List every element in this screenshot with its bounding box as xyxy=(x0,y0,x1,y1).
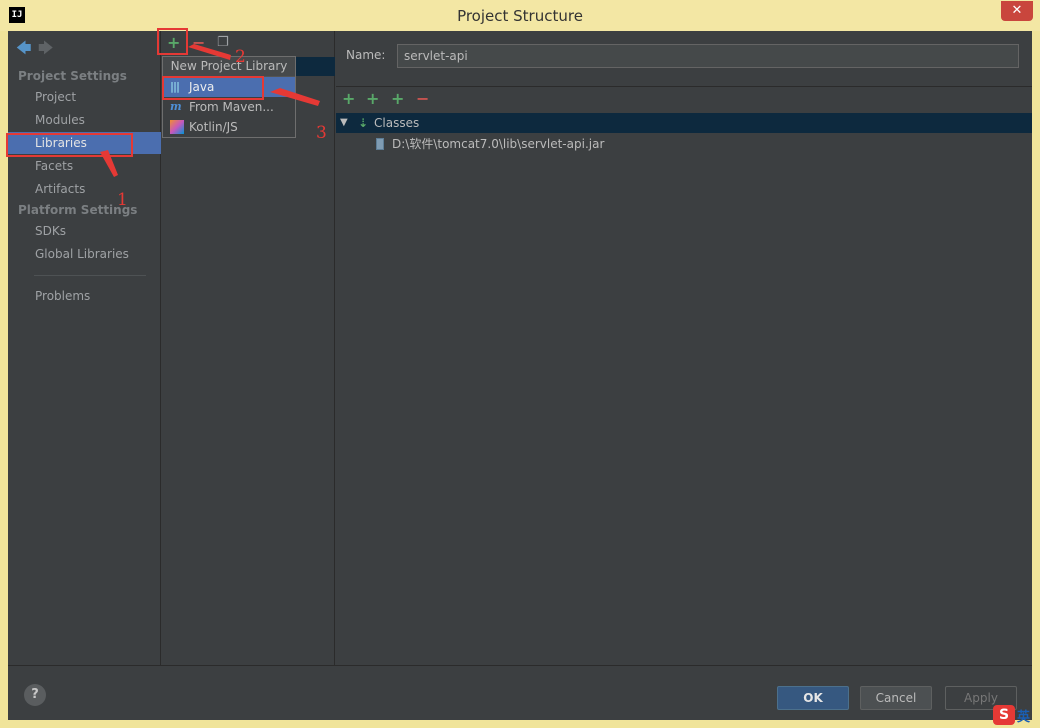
back-arrow-icon[interactable]: 🡄 xyxy=(16,38,38,63)
nav-item-sdks[interactable]: SDKs xyxy=(8,220,161,242)
tree-row-jar[interactable]: D:\软件\tomcat7.0\lib\servlet-api.jar xyxy=(336,134,1032,154)
add-classes-icon[interactable]: + xyxy=(366,89,379,108)
popup-item-label: Java xyxy=(189,80,215,94)
popup-header: New Project Library xyxy=(163,57,295,77)
jar-file-icon xyxy=(376,138,384,150)
add-sources-icon[interactable]: + xyxy=(391,89,404,108)
nav-divider xyxy=(34,275,146,276)
add-icon[interactable]: + xyxy=(342,89,355,108)
sogou-logo-icon: S xyxy=(993,705,1015,725)
copy-icon[interactable]: ❐ xyxy=(217,35,229,50)
classes-root-icon: ⇣ xyxy=(358,116,369,130)
nav-arrows: 🡄 🡆 xyxy=(16,38,60,63)
cancel-button[interactable]: Cancel xyxy=(860,686,932,710)
platform-settings-header: Platform Settings xyxy=(18,203,138,217)
remove-icon[interactable]: − xyxy=(416,89,429,108)
nav-item-problems[interactable]: Problems xyxy=(8,285,161,307)
nav-item-libraries[interactable]: Libraries xyxy=(8,132,161,154)
expand-triangle-icon[interactable]: ▼ xyxy=(340,113,348,133)
popup-item-label: Kotlin/JS xyxy=(189,120,238,134)
detail-divider xyxy=(336,86,1032,87)
nav-item-modules[interactable]: Modules xyxy=(8,109,161,131)
window-title: Project Structure xyxy=(457,7,583,25)
library-roots-tree: ▼ ⇣ Classes D:\软件\tomcat7.0\lib\servlet-… xyxy=(336,113,1032,665)
project-structure-window: IJ Project Structure ✕ 🡄 🡆 Project Settin… xyxy=(0,0,1040,728)
close-button[interactable]: ✕ xyxy=(1001,1,1033,21)
add-icon[interactable]: + xyxy=(167,33,180,52)
nav-item-project[interactable]: Project xyxy=(8,86,161,108)
remove-icon[interactable]: − xyxy=(192,33,205,52)
tree-root-label: Classes xyxy=(374,116,420,130)
popup-item-kotlin-js[interactable]: Kotlin/JS xyxy=(163,117,295,137)
nav-item-global-libraries[interactable]: Global Libraries xyxy=(8,243,161,265)
maven-icon: m xyxy=(170,100,182,113)
dialog-button-bar: ? OK Cancel Apply xyxy=(8,665,1032,720)
nav-item-artifacts[interactable]: Artifacts xyxy=(8,178,161,200)
ok-button[interactable]: OK xyxy=(777,686,849,710)
popup-item-java[interactable]: ||| Java xyxy=(163,77,295,97)
forward-arrow-icon[interactable]: 🡆 xyxy=(38,38,60,63)
ime-mode-label: 英 xyxy=(1017,710,1031,725)
nav-item-facets[interactable]: Facets xyxy=(8,155,161,177)
classes-toolbar: + + + − xyxy=(336,89,1032,113)
library-list-toolbar: + − ❐ xyxy=(162,31,335,57)
settings-nav: 🡄 🡆 Project Settings Project Modules Libr… xyxy=(8,31,161,665)
title-bar: IJ Project Structure ✕ xyxy=(0,0,1040,31)
kotlin-js-icon xyxy=(170,120,184,134)
new-library-popup: New Project Library ||| Java m From Mave… xyxy=(162,56,296,138)
popup-item-label: From Maven... xyxy=(189,100,274,114)
name-label: Name: xyxy=(346,48,386,62)
library-name-field[interactable]: servlet-api xyxy=(397,44,1019,68)
project-settings-header: Project Settings xyxy=(18,69,127,83)
jar-path-label: D:\软件\tomcat7.0\lib\servlet-api.jar xyxy=(392,137,605,151)
library-detail-panel: Name: servlet-api + + + − ▼ ⇣ Classes D:… xyxy=(336,31,1032,665)
tree-row-classes[interactable]: ▼ ⇣ Classes xyxy=(336,113,1032,133)
ime-tray[interactable]: S 英 xyxy=(993,702,1040,728)
java-library-icon: ||| xyxy=(170,80,180,93)
help-icon[interactable]: ? xyxy=(24,684,46,706)
popup-item-maven[interactable]: m From Maven... xyxy=(163,97,295,117)
